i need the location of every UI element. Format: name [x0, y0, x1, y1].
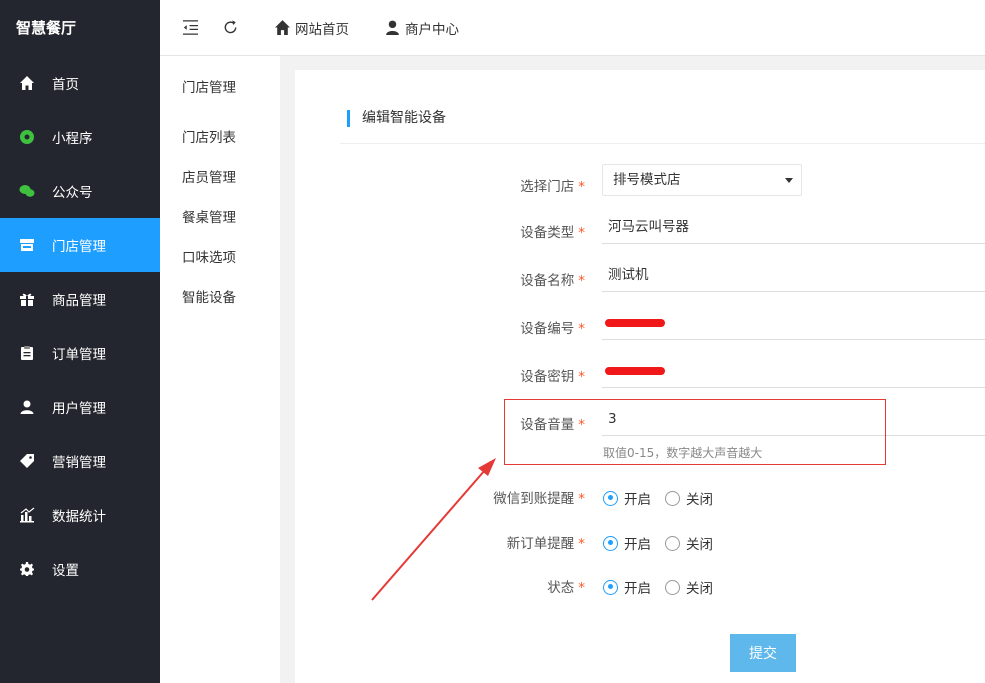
- top-header: 网站首页 商户中心: [160, 0, 985, 56]
- sidebar-item-label: 用户管理: [52, 401, 106, 417]
- submit-button[interactable]: 提交: [730, 634, 796, 672]
- title-divider: [340, 143, 985, 144]
- sidebar-item-store[interactable]: 门店管理: [0, 218, 160, 272]
- main-panel: 编辑智能设备 选择门店 * 排号模式店 设备类型 * 河马云叫号器 设备名称 * 测试…: [295, 70, 985, 683]
- status-radio-group: 开启 关闭: [603, 577, 727, 597]
- wechat-reminder-on-radio[interactable]: 开启: [603, 488, 651, 508]
- wechat-icon: [18, 182, 36, 200]
- sidebar-item-label: 设置: [52, 563, 79, 579]
- order-reminder-radio-group: 开启 关闭: [603, 533, 727, 553]
- sidebar-item-label: 营销管理: [52, 455, 106, 471]
- radio-checked-icon: [603, 535, 618, 551]
- sidebar-item-label: 订单管理: [52, 347, 106, 363]
- sidebar-item-home[interactable]: 首页: [0, 56, 160, 110]
- clipboard-icon: [18, 344, 36, 362]
- store-select[interactable]: 排号模式店: [602, 164, 802, 196]
- store-select-value: 排号模式店: [613, 172, 681, 188]
- sidebar-item-marketing[interactable]: 营销管理: [0, 434, 160, 488]
- user-icon: [18, 398, 36, 416]
- device-name-label: 设备名称 *: [520, 273, 585, 289]
- sidebar-item-label: 首页: [52, 77, 79, 93]
- device-name-input[interactable]: 测试机: [602, 258, 985, 292]
- redaction-mark: [605, 367, 665, 375]
- radio-unchecked-icon: [665, 579, 680, 595]
- sub-menu-item-store-list[interactable]: 门店列表: [182, 126, 236, 146]
- status-label: 状态 *: [547, 580, 585, 596]
- home-icon: [274, 19, 291, 36]
- wechat-reminder-label: 微信到账提醒 *: [493, 491, 585, 507]
- sidebar-item-miniprogram[interactable]: 小程序: [0, 110, 160, 164]
- sidebar-item-wechat[interactable]: 公众号: [0, 164, 160, 218]
- device-type-input[interactable]: 河马云叫号器: [602, 210, 985, 244]
- sidebar-item-label: 公众号: [52, 185, 93, 201]
- merchant-center-link[interactable]: 商户中心: [384, 18, 459, 38]
- device-type-label: 设备类型 *: [520, 225, 585, 241]
- sidebar-item-users[interactable]: 用户管理: [0, 380, 160, 434]
- store-label: 选择门店 *: [520, 179, 585, 195]
- user-icon: [384, 19, 401, 36]
- sub-menu-item-tables[interactable]: 餐桌管理: [182, 206, 236, 226]
- radio-unchecked-icon: [665, 535, 680, 551]
- sidebar-item-label: 数据统计: [52, 509, 106, 525]
- sidebar-item-stats[interactable]: 数据统计: [0, 488, 160, 542]
- refresh-icon[interactable]: [222, 19, 239, 36]
- page-title: 编辑智能设备: [347, 110, 446, 127]
- radio-checked-icon: [603, 490, 618, 506]
- chevron-down-icon: [785, 178, 793, 183]
- brand-title: 智慧餐厅: [16, 19, 77, 37]
- sidebar-item-label: 门店管理: [52, 239, 106, 255]
- merchant-center-label: 商户中心: [405, 21, 459, 38]
- order-reminder-label: 新订单提醒 *: [506, 536, 585, 552]
- wechat-reminder-off-radio[interactable]: 关闭: [665, 488, 713, 508]
- collapse-menu-icon[interactable]: [182, 19, 199, 36]
- gift-icon: [18, 290, 36, 308]
- chart-icon: [18, 506, 36, 524]
- gear-icon: [18, 560, 36, 578]
- miniprogram-icon: [18, 128, 36, 146]
- device-secret-label: 设备密钥 *: [520, 369, 585, 385]
- home-icon: [18, 74, 36, 92]
- radio-unchecked-icon: [665, 490, 680, 506]
- sidebar-item-label: 小程序: [52, 131, 93, 147]
- tag-icon: [18, 452, 36, 470]
- sidebar-item-label: 商品管理: [52, 293, 106, 309]
- redaction-mark: [605, 319, 665, 327]
- radio-checked-icon: [603, 579, 618, 595]
- sidebar-item-settings[interactable]: 设置: [0, 542, 160, 596]
- status-on-radio[interactable]: 开启: [603, 577, 651, 597]
- home-link[interactable]: 网站首页: [274, 18, 349, 38]
- sub-menu: 门店管理 门店列表 店员管理 餐桌管理 口味选项 智能设备: [160, 56, 280, 683]
- store-icon: [18, 236, 36, 254]
- sidebar: 智慧餐厅 首页 小程序 公众号 门店管理 商品管理 订单管理 用户管理 营销管理…: [0, 0, 160, 683]
- sub-menu-item-staff[interactable]: 店员管理: [182, 166, 236, 186]
- sidebar-item-orders[interactable]: 订单管理: [0, 326, 160, 380]
- sub-menu-item-smart-devices[interactable]: 智能设备: [182, 286, 236, 306]
- home-link-label: 网站首页: [295, 21, 349, 38]
- sub-menu-title: 门店管理: [182, 80, 236, 96]
- wechat-reminder-radio-group: 开启 关闭: [603, 488, 727, 508]
- sidebar-item-goods[interactable]: 商品管理: [0, 272, 160, 326]
- order-reminder-on-radio[interactable]: 开启: [603, 533, 651, 553]
- order-reminder-off-radio[interactable]: 关闭: [665, 533, 713, 553]
- annotation-box: [504, 399, 886, 465]
- status-off-radio[interactable]: 关闭: [665, 577, 713, 597]
- sub-menu-item-flavors[interactable]: 口味选项: [182, 246, 236, 266]
- device-code-label: 设备编号 *: [520, 321, 585, 337]
